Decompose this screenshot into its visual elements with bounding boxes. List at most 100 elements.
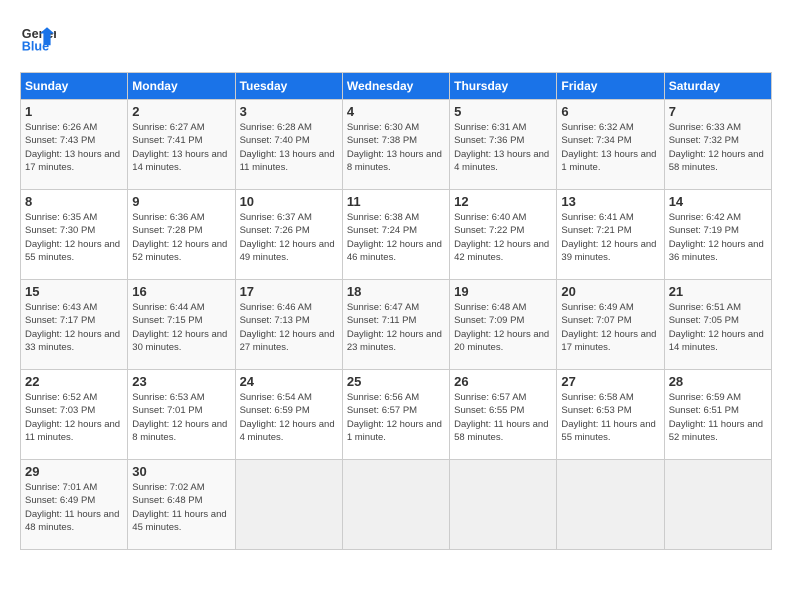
- day-info: Sunrise: 6:43 AMSunset: 7:17 PMDaylight:…: [25, 301, 123, 354]
- calendar-week-row: 29 Sunrise: 7:01 AMSunset: 6:49 PMDayligh…: [21, 460, 772, 550]
- calendar-week-row: 8 Sunrise: 6:35 AMSunset: 7:30 PMDaylight…: [21, 190, 772, 280]
- day-info: Sunrise: 6:58 AMSunset: 6:53 PMDaylight:…: [561, 391, 659, 444]
- day-info: Sunrise: 6:37 AMSunset: 7:26 PMDaylight:…: [240, 211, 338, 264]
- calendar-cell: 11 Sunrise: 6:38 AMSunset: 7:24 PMDayligh…: [342, 190, 449, 280]
- day-info: Sunrise: 7:01 AMSunset: 6:49 PMDaylight:…: [25, 481, 123, 534]
- calendar-cell: 3 Sunrise: 6:28 AMSunset: 7:40 PMDaylight…: [235, 100, 342, 190]
- day-info: Sunrise: 6:31 AMSunset: 7:36 PMDaylight:…: [454, 121, 552, 174]
- calendar-cell: 15 Sunrise: 6:43 AMSunset: 7:17 PMDayligh…: [21, 280, 128, 370]
- day-number: 28: [669, 374, 767, 389]
- calendar-cell: 29 Sunrise: 7:01 AMSunset: 6:49 PMDayligh…: [21, 460, 128, 550]
- calendar-cell: 8 Sunrise: 6:35 AMSunset: 7:30 PMDaylight…: [21, 190, 128, 280]
- calendar-cell: 27 Sunrise: 6:58 AMSunset: 6:53 PMDayligh…: [557, 370, 664, 460]
- day-number: 14: [669, 194, 767, 209]
- weekday-header: Monday: [128, 73, 235, 100]
- calendar-cell: 21 Sunrise: 6:51 AMSunset: 7:05 PMDayligh…: [664, 280, 771, 370]
- day-info: Sunrise: 6:52 AMSunset: 7:03 PMDaylight:…: [25, 391, 123, 444]
- calendar-cell: [557, 460, 664, 550]
- day-number: 17: [240, 284, 338, 299]
- day-info: Sunrise: 6:48 AMSunset: 7:09 PMDaylight:…: [454, 301, 552, 354]
- day-info: Sunrise: 6:54 AMSunset: 6:59 PMDaylight:…: [240, 391, 338, 444]
- calendar-cell: [342, 460, 449, 550]
- day-info: Sunrise: 6:49 AMSunset: 7:07 PMDaylight:…: [561, 301, 659, 354]
- day-number: 29: [25, 464, 123, 479]
- calendar-cell: 14Sunrise: 6:42 AMSunset: 7:19 PMDayligh…: [664, 190, 771, 280]
- day-number: 20: [561, 284, 659, 299]
- day-info: Sunrise: 6:59 AMSunset: 6:51 PMDaylight:…: [669, 391, 767, 444]
- day-number: 13: [561, 194, 659, 209]
- calendar-cell: 9 Sunrise: 6:36 AMSunset: 7:28 PMDaylight…: [128, 190, 235, 280]
- day-info: Sunrise: 6:35 AMSunset: 7:30 PMDaylight:…: [25, 211, 123, 264]
- calendar-cell: 2 Sunrise: 6:27 AMSunset: 7:41 PMDaylight…: [128, 100, 235, 190]
- calendar-cell: [450, 460, 557, 550]
- day-number: 11: [347, 194, 445, 209]
- day-info: Sunrise: 6:57 AMSunset: 6:55 PMDaylight:…: [454, 391, 552, 444]
- calendar-cell: 23Sunrise: 6:53 AMSunset: 7:01 PMDayligh…: [128, 370, 235, 460]
- day-number: 24: [240, 374, 338, 389]
- day-info: Sunrise: 6:30 AMSunset: 7:38 PMDaylight:…: [347, 121, 445, 174]
- day-number: 18: [347, 284, 445, 299]
- weekday-header: Sunday: [21, 73, 128, 100]
- day-info: Sunrise: 6:46 AMSunset: 7:13 PMDaylight:…: [240, 301, 338, 354]
- day-number: 5: [454, 104, 552, 119]
- day-info: Sunrise: 6:51 AMSunset: 7:05 PMDaylight:…: [669, 301, 767, 354]
- calendar-header: SundayMondayTuesdayWednesdayThursdayFrid…: [21, 73, 772, 100]
- calendar-cell: 4 Sunrise: 6:30 AMSunset: 7:38 PMDaylight…: [342, 100, 449, 190]
- day-number: 10: [240, 194, 338, 209]
- day-info: Sunrise: 6:41 AMSunset: 7:21 PMDaylight:…: [561, 211, 659, 264]
- calendar-body: 1Sunrise: 6:26 AMSunset: 7:43 PMDaylight…: [21, 100, 772, 550]
- calendar-cell: 18Sunrise: 6:47 AMSunset: 7:11 PMDayligh…: [342, 280, 449, 370]
- calendar-cell: 19 Sunrise: 6:48 AMSunset: 7:09 PMDayligh…: [450, 280, 557, 370]
- weekday-header: Saturday: [664, 73, 771, 100]
- day-number: 2: [132, 104, 230, 119]
- calendar-cell: 20 Sunrise: 6:49 AMSunset: 7:07 PMDayligh…: [557, 280, 664, 370]
- day-info: Sunrise: 6:28 AMSunset: 7:40 PMDaylight:…: [240, 121, 338, 174]
- page-header: General Blue: [20, 20, 772, 56]
- calendar-cell: 1Sunrise: 6:26 AMSunset: 7:43 PMDaylight…: [21, 100, 128, 190]
- day-number: 12: [454, 194, 552, 209]
- day-number: 1: [25, 104, 123, 119]
- day-info: Sunrise: 7:02 AMSunset: 6:48 PMDaylight:…: [132, 481, 230, 534]
- day-info: Sunrise: 6:27 AMSunset: 7:41 PMDaylight:…: [132, 121, 230, 174]
- day-info: Sunrise: 6:40 AMSunset: 7:22 PMDaylight:…: [454, 211, 552, 264]
- day-number: 16: [132, 284, 230, 299]
- calendar-cell: 16 Sunrise: 6:44 AMSunset: 7:15 PMDayligh…: [128, 280, 235, 370]
- day-info: Sunrise: 6:36 AMSunset: 7:28 PMDaylight:…: [132, 211, 230, 264]
- calendar-cell: [235, 460, 342, 550]
- calendar-cell: 30 Sunrise: 7:02 AMSunset: 6:48 PMDayligh…: [128, 460, 235, 550]
- calendar-cell: 10 Sunrise: 6:37 AMSunset: 7:26 PMDayligh…: [235, 190, 342, 280]
- day-number: 8: [25, 194, 123, 209]
- day-number: 9: [132, 194, 230, 209]
- day-number: 3: [240, 104, 338, 119]
- day-number: 4: [347, 104, 445, 119]
- day-info: Sunrise: 6:32 AMSunset: 7:34 PMDaylight:…: [561, 121, 659, 174]
- calendar-week-row: 15 Sunrise: 6:43 AMSunset: 7:17 PMDayligh…: [21, 280, 772, 370]
- day-info: Sunrise: 6:44 AMSunset: 7:15 PMDaylight:…: [132, 301, 230, 354]
- day-info: Sunrise: 6:38 AMSunset: 7:24 PMDaylight:…: [347, 211, 445, 264]
- calendar-cell: 26 Sunrise: 6:57 AMSunset: 6:55 PMDayligh…: [450, 370, 557, 460]
- day-number: 26: [454, 374, 552, 389]
- day-info: Sunrise: 6:33 AMSunset: 7:32 PMDaylight:…: [669, 121, 767, 174]
- day-number: 7: [669, 104, 767, 119]
- day-number: 15: [25, 284, 123, 299]
- calendar-cell: 28 Sunrise: 6:59 AMSunset: 6:51 PMDayligh…: [664, 370, 771, 460]
- calendar-cell: 13 Sunrise: 6:41 AMSunset: 7:21 PMDayligh…: [557, 190, 664, 280]
- day-number: 23: [132, 374, 230, 389]
- day-number: 22: [25, 374, 123, 389]
- weekday-header: Friday: [557, 73, 664, 100]
- day-number: 27: [561, 374, 659, 389]
- logo: General Blue: [20, 20, 56, 56]
- day-number: 25: [347, 374, 445, 389]
- calendar-table: SundayMondayTuesdayWednesdayThursdayFrid…: [20, 72, 772, 550]
- calendar-cell: 12 Sunrise: 6:40 AMSunset: 7:22 PMDayligh…: [450, 190, 557, 280]
- calendar-week-row: 22 Sunrise: 6:52 AMSunset: 7:03 PMDayligh…: [21, 370, 772, 460]
- day-info: Sunrise: 6:56 AMSunset: 6:57 PMDaylight:…: [347, 391, 445, 444]
- calendar-cell: 5 Sunrise: 6:31 AMSunset: 7:36 PMDaylight…: [450, 100, 557, 190]
- calendar-cell: 6Sunrise: 6:32 AMSunset: 7:34 PMDaylight…: [557, 100, 664, 190]
- day-number: 30: [132, 464, 230, 479]
- calendar-cell: 7 Sunrise: 6:33 AMSunset: 7:32 PMDaylight…: [664, 100, 771, 190]
- day-number: 19: [454, 284, 552, 299]
- calendar-cell: 25 Sunrise: 6:56 AMSunset: 6:57 PMDayligh…: [342, 370, 449, 460]
- day-number: 21: [669, 284, 767, 299]
- calendar-cell: 22 Sunrise: 6:52 AMSunset: 7:03 PMDayligh…: [21, 370, 128, 460]
